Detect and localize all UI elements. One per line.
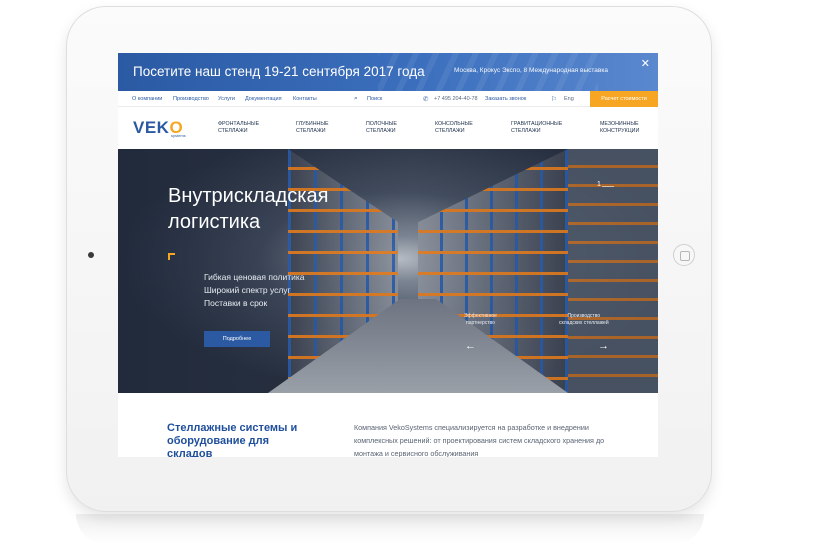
toplink-docs[interactable]: Документация [245,96,282,102]
home-button[interactable] [673,244,695,266]
main-nav: VEKO systems Фронтальные стеллажи Глубин… [118,107,658,149]
nav-mezzanine[interactable]: Мезонинные конструкции [600,121,639,135]
nav-frontal[interactable]: Фронтальные стеллажи [218,121,259,135]
nav-label: Мезонинные [600,121,639,127]
arrow-left-icon[interactable]: ← [465,341,476,352]
nav-label: Глубинные [296,121,329,127]
lang-switch[interactable]: Eng [564,96,574,102]
nav-deep[interactable]: Глубинные стеллажи [296,121,329,135]
screen: Посетите наш стенд 19-21 сентября 2017 г… [118,53,658,457]
close-icon[interactable]: ✕ [641,59,650,70]
arrow-right-icon[interactable]: → [598,341,609,352]
nav-label: стеллажи [435,128,465,134]
nav-label: конструкции [600,128,640,134]
next-slide-label-line: складских стеллажей [559,319,609,326]
price-calc-button[interactable]: Расчет стоимости [590,91,658,107]
nav-label: Фронтальные [218,121,260,127]
hero-point: Гибкая ценовая политика [204,272,305,282]
nav-label: Полочные [366,121,397,127]
hero-points: Гибкая ценовая политика Широкий спектр у… [204,271,305,310]
nav-label: Гравитационные [511,121,563,127]
nav-shelf[interactable]: Полочные стеллажи [366,121,397,135]
banner-info: Москва, Крокус Экспо, 8 Международная вы… [454,67,608,74]
phone-icon: ✆ [423,96,429,103]
prev-slide-label-line: Эффективное [464,313,497,319]
slide-number: 1 [597,181,601,188]
section-title: Стеллажные системы и оборудование для ск… [167,422,298,457]
next-slide-label[interactable]: Производство складских стеллажей [559,313,609,326]
logo-subtitle: systems [171,133,186,138]
logo[interactable]: VEKO systems [133,118,186,139]
callback-link[interactable]: Заказать звонок [485,96,526,102]
slide-divider [602,186,614,187]
search-link[interactable]: Поиск [367,96,382,102]
prev-slide-label[interactable]: Эффективное партнерство [464,313,497,326]
hero-point: Поставки в срок [204,298,268,308]
promo-banner[interactable]: Посетите наш стенд 19-21 сентября 2017 г… [118,53,658,91]
top-bar: О компании Производство Услуги Документа… [118,91,658,107]
toplink-production[interactable]: Производство [173,96,209,102]
device-reflection [76,514,704,544]
logo-word: VEK [133,118,170,137]
banner-title: Посетите наш стенд 19-21 сентября 2017 г… [133,64,425,79]
toplink-services[interactable]: Услуги [218,96,235,102]
prev-slide-label-line: партнерство [465,319,495,326]
nav-label: стеллажи [366,128,396,134]
nav-label: Консольные [435,121,473,127]
nav-label: стеллажи [511,128,541,134]
toplink-contacts[interactable]: Контакты [293,96,317,102]
search-icon[interactable]: ⌕ [354,95,358,103]
flag-icon: ⚐ [551,96,557,103]
nav-label: стеллажи [296,128,326,134]
hero-point: Широкий спектр услуг [204,285,291,295]
nav-label: стеллажи [218,128,248,134]
hero-title: Внутрискладская логистика [168,185,329,233]
intro-section: Стеллажные системы и оборудование для ск… [118,393,658,457]
more-button[interactable]: Подробнее [204,331,270,347]
nav-console[interactable]: Консольные стеллажи [435,121,473,135]
nav-gravity[interactable]: Гравитационные стеллажи [511,121,562,135]
corner-mark-icon [168,253,175,260]
phone-number[interactable]: +7 495 204-40-78 [434,96,478,102]
camera-icon [88,252,94,258]
section-text: Компания VekoSystems специализируется на… [354,423,605,457]
hero-slider: Внутрискладская логистика Гибкая ценовая… [118,149,658,393]
toplink-about[interactable]: О компании [132,96,162,102]
